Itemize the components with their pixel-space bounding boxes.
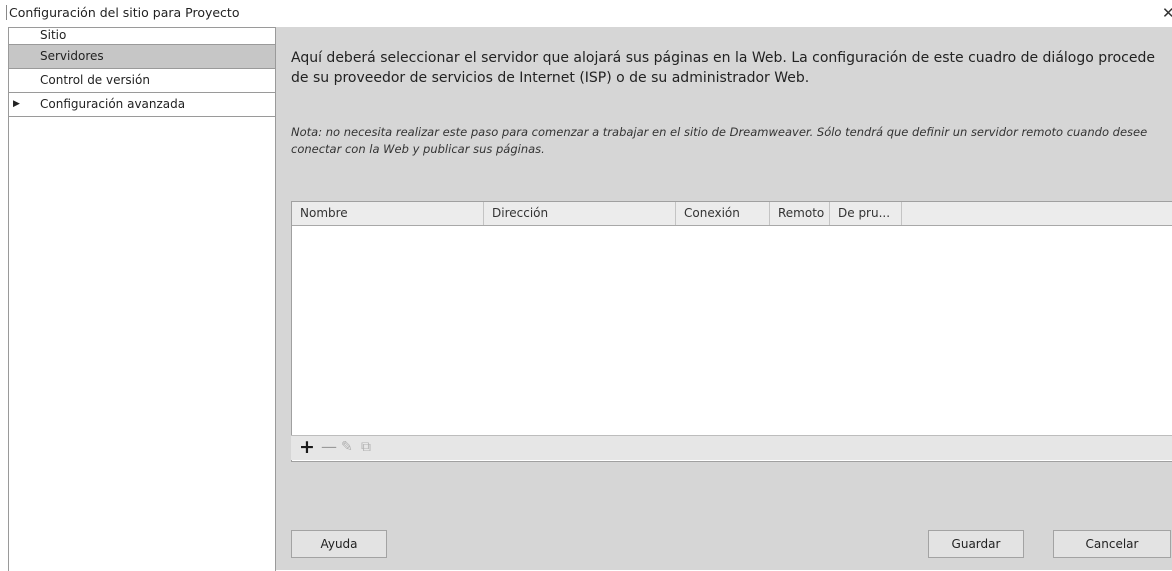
cancel-button[interactable]: Cancelar [1053, 530, 1171, 558]
sidebar-item-control-de-version[interactable]: Control de versión [9, 69, 275, 93]
servers-table[interactable]: Nombre Dirección Conexión Remoto De pru.… [291, 201, 1172, 462]
sidebar-item-label: Servidores [40, 49, 104, 63]
save-button[interactable]: Guardar [928, 530, 1024, 558]
expand-arrow-icon[interactable]: ▶ [13, 93, 20, 116]
panel-description: Aquí deberá seleccionar el servidor que … [291, 50, 1155, 86]
column-header-remoto[interactable]: Remoto [770, 202, 830, 225]
window-title: Configuración del sitio para Proyecto [6, 5, 239, 20]
sidebar-item-label: Control de versión [40, 73, 150, 87]
panel-note: Nota: no necesita realizar este paso par… [291, 125, 1148, 156]
edit-server-icon[interactable]: ✎ [341, 437, 353, 457]
sidebar: Sitio Servidores Control de versión ▶ Co… [8, 27, 276, 571]
servers-panel: Aquí deberá seleccionar el servidor que … [276, 27, 1172, 570]
duplicate-server-icon[interactable]: ⧉ [361, 437, 371, 457]
sidebar-item-configuracion-avanzada[interactable]: ▶ Configuración avanzada [9, 93, 275, 117]
column-header-conexion[interactable]: Conexión [676, 202, 770, 225]
column-header-de-prueba[interactable]: De pru... [830, 202, 902, 225]
sidebar-item-label: Sitio [40, 28, 67, 42]
sidebar-item-sitio[interactable]: Sitio [9, 28, 275, 45]
column-header-direccion[interactable]: Dirección [484, 202, 676, 225]
add-server-icon[interactable]: + [299, 437, 315, 457]
sidebar-item-label: Configuración avanzada [40, 97, 186, 111]
title-bar: Configuración del sitio para Proyecto ✕ [0, 0, 1172, 26]
remove-server-icon[interactable]: — [321, 437, 337, 457]
table-toolbar: + — ✎ ⧉ [291, 435, 1172, 460]
column-header-nombre[interactable]: Nombre [292, 202, 484, 225]
sidebar-item-servidores[interactable]: Servidores [9, 45, 275, 69]
table-header: Nombre Dirección Conexión Remoto De pru.… [292, 202, 1172, 226]
close-icon[interactable]: ✕ [1162, 4, 1172, 22]
help-button[interactable]: Ayuda [291, 530, 387, 558]
